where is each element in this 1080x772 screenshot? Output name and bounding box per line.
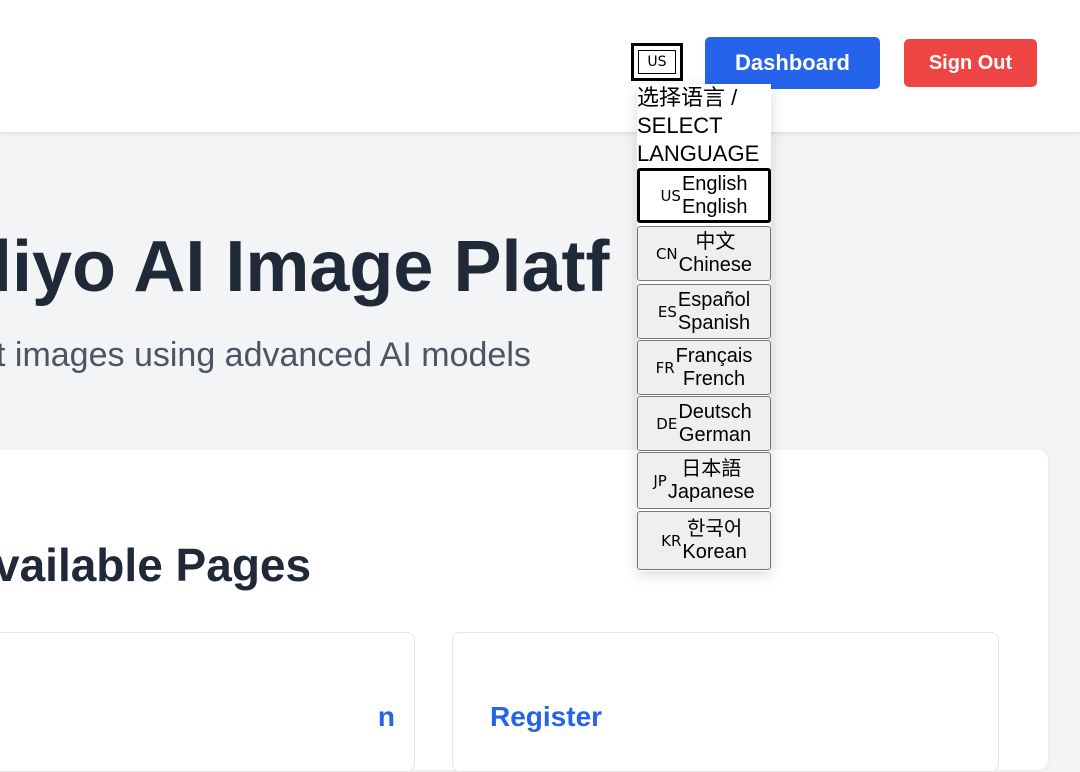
language-selector-button[interactable]: US xyxy=(631,43,683,81)
language-option-japanese[interactable]: JP 日本語 Japanese xyxy=(637,452,771,509)
language-dropdown-heading: 选择语言 / SELECT LANGUAGE xyxy=(637,85,760,166)
language-option-english[interactable]: US English English xyxy=(637,168,771,223)
page-card-login[interactable]: n xyxy=(0,632,415,772)
flag-fr-icon: FR xyxy=(655,358,675,377)
page-card-register[interactable]: Register xyxy=(452,632,999,772)
language-english-name: Korean xyxy=(682,540,747,563)
language-english-name: Japanese xyxy=(667,480,755,503)
sign-out-button[interactable]: Sign Out xyxy=(904,39,1037,87)
flag-de-icon: DE xyxy=(656,414,678,433)
language-english-name: French xyxy=(682,367,746,390)
language-native-name: 日本語 xyxy=(681,457,742,480)
dashboard-button[interactable]: Dashboard xyxy=(705,37,880,89)
language-english-name: German xyxy=(678,423,752,446)
language-native-name: Français xyxy=(675,344,753,367)
flag-kr-icon: KR xyxy=(661,531,682,550)
section-title: vailable Pages xyxy=(0,539,312,591)
language-option-korean[interactable]: KR 한국어 Korean xyxy=(637,511,771,570)
language-option-spanish[interactable]: ES Español Spanish xyxy=(637,284,771,339)
flag-cn-icon: CN xyxy=(655,244,678,263)
language-english-name: Chinese xyxy=(678,253,753,276)
flag-us-icon: US xyxy=(638,50,676,74)
language-option-french[interactable]: FR Français French xyxy=(637,340,771,395)
language-native-name: 한국어 xyxy=(687,517,743,540)
language-english-name: English xyxy=(681,195,748,218)
flag-jp-icon: JP xyxy=(653,471,667,490)
flag-es-icon: ES xyxy=(657,302,677,321)
language-english-name: Spanish xyxy=(677,311,751,334)
language-option-german[interactable]: DE Deutsch German xyxy=(637,396,771,451)
page-subtitle: t images using advanced AI models xyxy=(0,336,531,374)
language-native-name: Deutsch xyxy=(678,400,752,423)
page-title: liyo AI Image Platf xyxy=(0,227,610,307)
language-native-name: Español xyxy=(677,288,751,311)
flag-us-icon: US xyxy=(660,186,681,205)
language-native-name: 中文 xyxy=(695,230,736,253)
page-card-title[interactable]: n xyxy=(378,701,395,733)
language-dropdown: 选择语言 / SELECT LANGUAGE US English Englis… xyxy=(637,84,771,571)
top-header: US Dashboard Sign Out xyxy=(0,0,1080,132)
language-native-name: English xyxy=(681,172,748,195)
language-option-chinese[interactable]: CN 中文 Chinese xyxy=(637,226,771,281)
page-card-title[interactable]: Register xyxy=(490,701,602,733)
